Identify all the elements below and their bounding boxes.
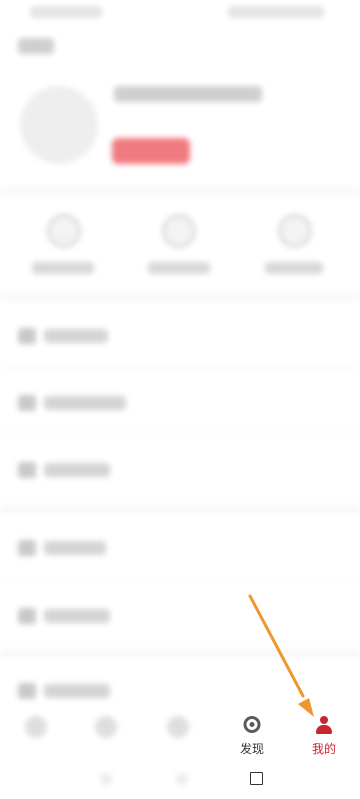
menu-icon [18, 462, 36, 478]
status-bar-right [228, 6, 324, 18]
menu-icon [18, 328, 36, 344]
placeholder-icon [25, 716, 47, 738]
menu-label [44, 329, 108, 343]
username [114, 86, 262, 102]
divider [0, 434, 360, 435]
stat-icon [47, 214, 81, 248]
system-back-button[interactable] [100, 773, 112, 785]
recent-apps-button[interactable] [250, 772, 263, 785]
menu-label [44, 396, 126, 410]
nav-item-1[interactable] [0, 700, 72, 762]
stat-icon [162, 214, 196, 248]
nav-label-mine: 我的 [311, 742, 336, 756]
divider [0, 368, 360, 369]
divider [0, 580, 360, 581]
bottom-nav: 发现 我的 [0, 700, 360, 762]
section-divider [0, 506, 360, 512]
section-divider [0, 188, 360, 194]
status-bar-left [30, 6, 102, 18]
nav-item-3[interactable] [142, 700, 214, 762]
stat-icon [278, 214, 312, 248]
menu-icon [18, 395, 36, 411]
placeholder-icon [167, 716, 189, 738]
stat-label [265, 262, 323, 274]
menu-icon [18, 683, 36, 699]
nav-item-discover[interactable]: 发现 [216, 700, 288, 762]
arrow-shaft [248, 594, 305, 698]
person-icon [316, 716, 332, 734]
page-title [18, 38, 54, 54]
menu-icon [18, 608, 36, 624]
menu-label [44, 463, 110, 477]
nav-label-discover: 发现 [239, 742, 264, 756]
menu-label [44, 541, 106, 555]
nav-item-mine[interactable]: 我的 [288, 700, 360, 762]
menu-label [44, 684, 110, 698]
menu-icon [18, 540, 36, 556]
menu-label [44, 609, 110, 623]
section-divider [0, 294, 360, 300]
discover-icon [243, 716, 261, 733]
placeholder-icon [95, 716, 117, 738]
stat-label [148, 262, 210, 274]
system-home-button[interactable] [176, 773, 188, 785]
nav-item-2[interactable] [70, 700, 142, 762]
stat-label [32, 262, 94, 274]
profile-badge-button[interactable] [112, 138, 190, 164]
avatar[interactable] [20, 86, 98, 164]
section-divider [0, 650, 360, 656]
